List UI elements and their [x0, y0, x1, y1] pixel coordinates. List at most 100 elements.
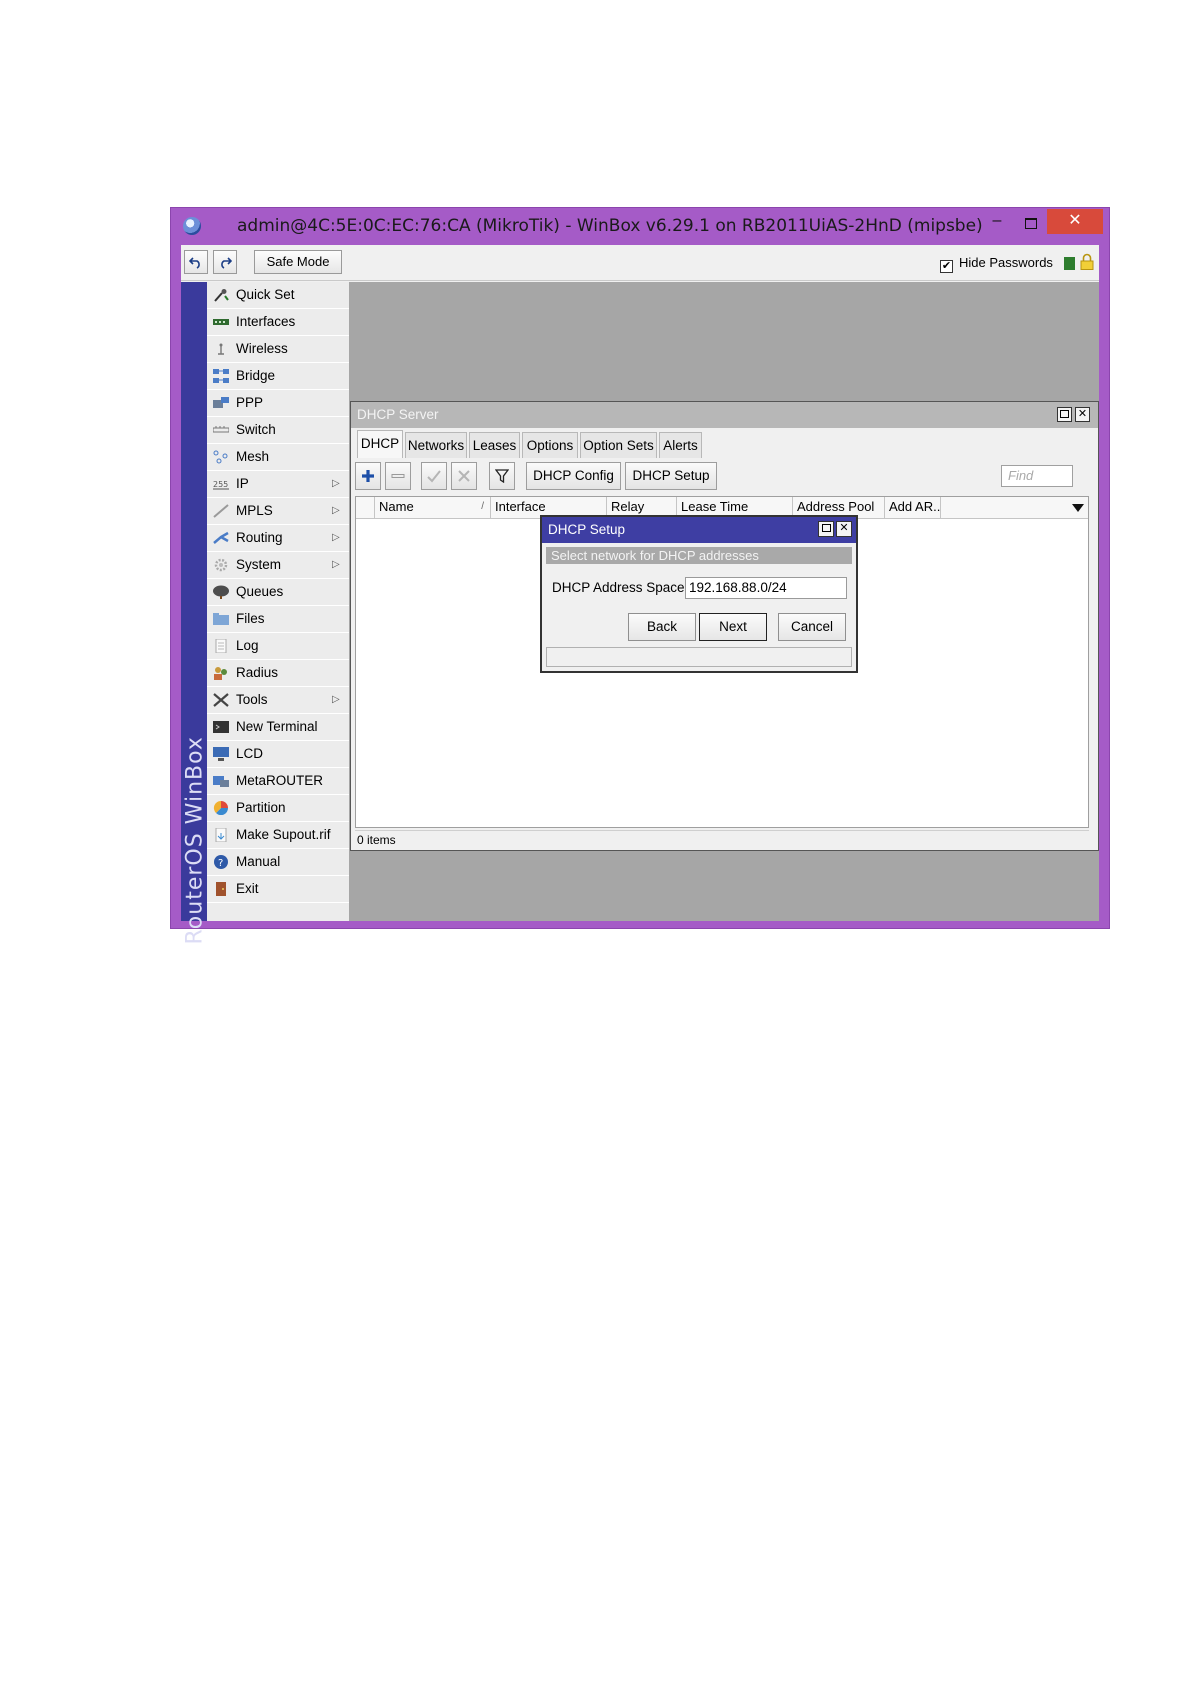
undo-button[interactable]: [184, 250, 208, 274]
sidebar-item-label: System: [236, 557, 282, 572]
next-button[interactable]: Next: [699, 613, 767, 641]
terminal-icon: [213, 721, 229, 733]
sidebar-item-label: Mesh: [236, 449, 270, 464]
queues-icon: [213, 585, 229, 599]
dhcp-setup-button[interactable]: DHCP Setup: [625, 462, 717, 490]
tab-dhcp[interactable]: DHCP: [357, 430, 403, 458]
close-button[interactable]: ✕: [1047, 209, 1103, 234]
main-toolbar: Safe Mode ✔ Hide Passwords: [181, 245, 1099, 281]
check-icon: [427, 470, 441, 483]
sidebar-item-routing[interactable]: Routing ▷: [207, 525, 349, 552]
wireless-icon: [218, 343, 224, 355]
dhcp-server-title-bar[interactable]: DHCP Server ✕: [351, 402, 1098, 428]
sidebar-item-label: Log: [236, 638, 259, 653]
bridge-icon: [213, 369, 229, 383]
sidebar-item-partition[interactable]: Partition: [207, 795, 349, 822]
tab-networks[interactable]: Networks: [405, 432, 467, 458]
tab-options[interactable]: Options: [522, 432, 578, 458]
winbox-app-icon[interactable]: [183, 217, 201, 235]
connection-status-indicator: [1064, 257, 1075, 270]
sidebar-item-new-terminal[interactable]: New Terminal: [207, 714, 349, 741]
exit-icon: [216, 882, 226, 896]
sidebar-item-switch[interactable]: Switch: [207, 417, 349, 444]
back-button[interactable]: Back: [628, 613, 696, 641]
sidebar-item-manual[interactable]: ? Manual: [207, 849, 349, 876]
routing-icon: [213, 531, 229, 544]
maximize-button[interactable]: [1017, 214, 1045, 234]
sidebar-item-label: Files: [236, 611, 265, 626]
tab-leases[interactable]: Leases: [469, 432, 520, 458]
sidebar-item-label: MPLS: [236, 503, 273, 518]
winbox-window: admin@4C:5E:0C:EC:76:CA (MikroTik) - Win…: [170, 207, 1110, 945]
sidebar-item-files[interactable]: Files: [207, 606, 349, 633]
sidebar-item-exit[interactable]: Exit: [207, 876, 349, 903]
safe-mode-button[interactable]: Safe Mode: [254, 250, 342, 274]
maximize-button[interactable]: [818, 521, 834, 537]
column-header-name[interactable]: Name /: [374, 497, 490, 518]
help-icon: ?: [214, 855, 228, 869]
submenu-arrow-icon: ▷: [332, 505, 340, 516]
redo-button[interactable]: [213, 250, 237, 274]
sidebar-item-label: Tools: [236, 692, 268, 707]
maximize-button[interactable]: [1057, 407, 1072, 422]
find-input[interactable]: Find: [1001, 465, 1073, 487]
cancel-button[interactable]: Cancel: [778, 613, 846, 641]
sidebar-item-label: LCD: [236, 746, 264, 761]
sidebar-item-label: IP: [236, 476, 249, 491]
sidebar-item-mpls[interactable]: MPLS ▷: [207, 498, 349, 525]
sidebar-item-queues[interactable]: Queues: [207, 579, 349, 606]
sidebar-item-label: Radius: [236, 665, 279, 680]
lock-icon: [1080, 253, 1094, 270]
close-button[interactable]: ✕: [836, 521, 852, 537]
dhcp-config-button[interactable]: DHCP Config: [526, 462, 621, 490]
sidebar-item-ppp[interactable]: PPP: [207, 390, 349, 417]
sidebar-item-log[interactable]: Log: [207, 633, 349, 660]
title-bar[interactable]: admin@4C:5E:0C:EC:76:CA (MikroTik) - Win…: [171, 208, 1109, 244]
sidebar-item-radius[interactable]: Radius: [207, 660, 349, 687]
disable-x-icon: [458, 470, 470, 482]
dhcp-setup-title-bar[interactable]: DHCP Setup ✕: [542, 517, 856, 543]
sidebar-item-metarouter[interactable]: MetaROUTER: [207, 768, 349, 795]
tab-option-sets[interactable]: Option Sets: [580, 432, 657, 458]
hide-passwords-option[interactable]: ✔ Hide Passwords: [940, 255, 1053, 273]
tab-alerts[interactable]: Alerts: [659, 432, 702, 458]
sidebar-item-ip[interactable]: 255 IP ▷: [207, 471, 349, 498]
mesh-icon: [213, 450, 228, 464]
sidebar-item-mesh[interactable]: Mesh: [207, 444, 349, 471]
minus-icon: [391, 474, 405, 478]
disable-button[interactable]: [451, 462, 477, 490]
close-button[interactable]: ✕: [1075, 407, 1090, 422]
filter-button[interactable]: [489, 462, 515, 490]
submenu-arrow-icon: ▷: [332, 559, 340, 570]
dhcp-setup-dialog: DHCP Setup ✕ Select network for DHCP add…: [540, 515, 858, 673]
hide-passwords-checkbox[interactable]: ✔: [940, 260, 953, 273]
sidebar-item-tools[interactable]: Tools ▷: [207, 687, 349, 714]
filter-icon: [494, 469, 510, 484]
column-header-add-arp[interactable]: Add AR...: [884, 497, 940, 518]
columns-dropdown-button[interactable]: [1016, 497, 1088, 518]
sidebar-item-bridge[interactable]: Bridge: [207, 363, 349, 390]
minimize-button[interactable]: –: [983, 213, 1011, 234]
enable-button[interactable]: [421, 462, 447, 490]
address-space-field[interactable]: 192.168.88.0/24: [685, 577, 847, 599]
sidebar-item-wireless[interactable]: Wireless: [207, 336, 349, 363]
add-button[interactable]: [355, 462, 381, 490]
radius-icon: [214, 667, 227, 680]
sidebar-menu: Quick Set Interfaces Wireless Bridge PPP…: [207, 282, 349, 921]
column-label: Name: [379, 499, 414, 514]
sidebar-item-quick-set[interactable]: Quick Set: [207, 282, 349, 309]
sidebar-item-lcd[interactable]: LCD: [207, 741, 349, 768]
window-title: admin@4C:5E:0C:EC:76:CA (MikroTik) - Win…: [237, 216, 983, 236]
ip-icon: 255: [213, 480, 229, 490]
maximize-icon: [1060, 410, 1069, 418]
plus-icon: [362, 470, 374, 482]
sidebar-item-interfaces[interactable]: Interfaces: [207, 309, 349, 336]
sidebar-item-label: Manual: [236, 854, 281, 869]
sidebar-item-system[interactable]: System ▷: [207, 552, 349, 579]
gear-icon: [214, 558, 228, 572]
sidebar-item-label: Make Supout.rif: [236, 827, 331, 842]
sidebar-item-make-supout[interactable]: Make Supout.rif: [207, 822, 349, 849]
supout-icon: [215, 828, 227, 842]
interfaces-icon: [213, 319, 229, 325]
remove-button[interactable]: [385, 462, 411, 490]
